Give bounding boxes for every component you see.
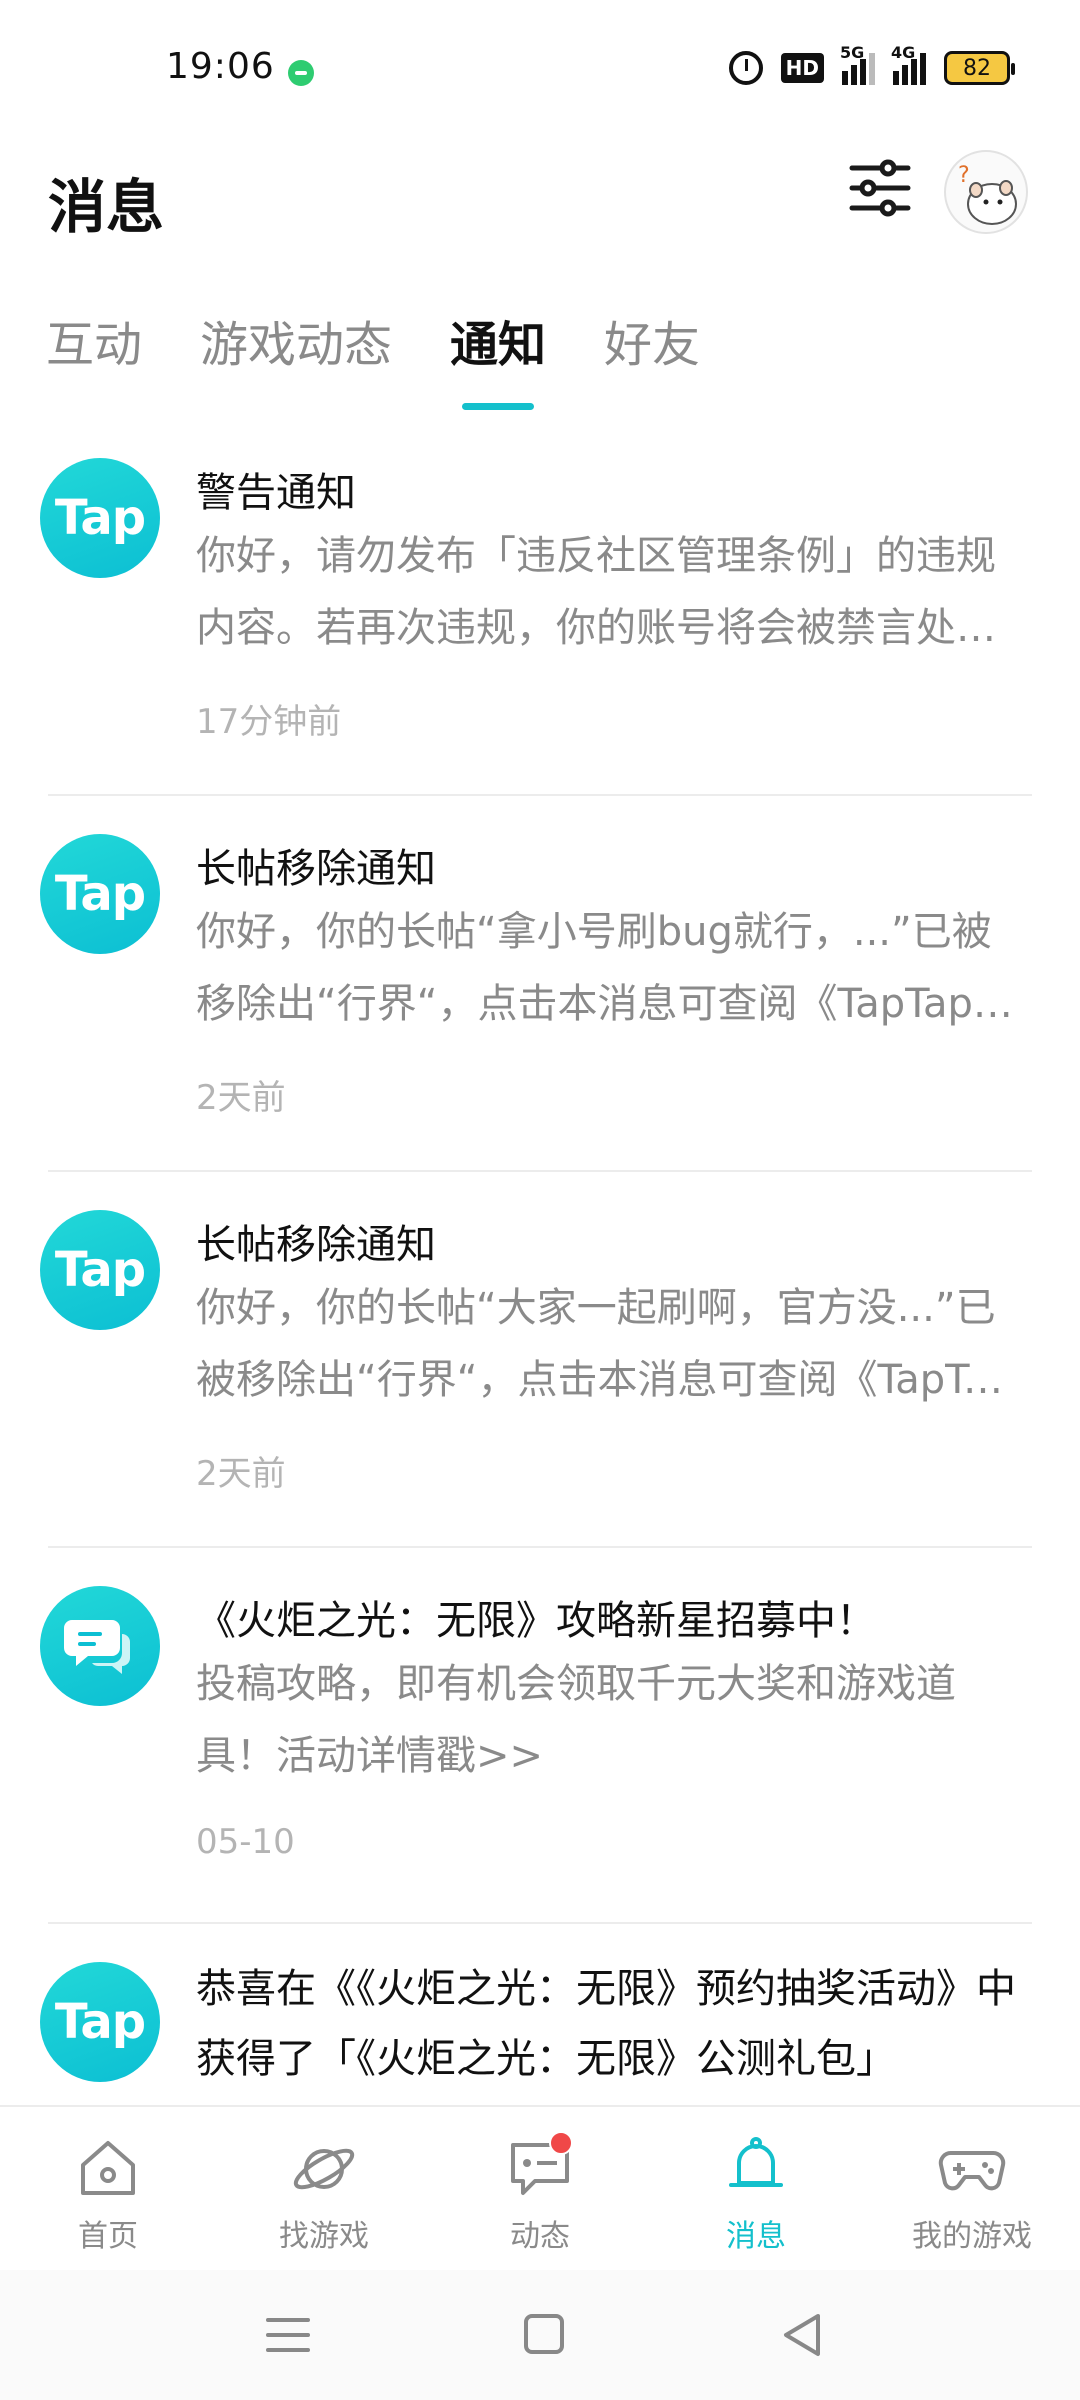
nav-label: 动态: [510, 2219, 570, 2254]
notification-list[interactable]: Tap 警告通知 你好，请勿发布「违反社区管理条例」的违规内容。若再次违规，你的…: [0, 420, 1080, 2105]
network-5g-label: 5G: [840, 43, 865, 62]
status-icons: HD 5G 4G 82: [728, 43, 1015, 90]
notification-title: 恭喜在《《火炬之光：无限》预约抽奖活动》中获得了「《火炬之光：无限》公测礼包」: [196, 1966, 1016, 2082]
nav-label: 我的游戏: [912, 2219, 1032, 2254]
notification-body: 你好，你的长帖“拿小号刷bug就行，...”已被移除出“行界“，点击本消息可查阅…: [196, 909, 1013, 1027]
notification-time: 05-10: [196, 1822, 295, 1862]
signal-4g-icon: 4G: [891, 43, 926, 85]
tab-label: 好友: [604, 317, 701, 373]
nav-label: 消息: [726, 2219, 786, 2254]
network-4g-label: 4G: [891, 43, 916, 62]
taptap-logo-icon: Tap: [40, 1962, 160, 2082]
notification-item[interactable]: Tap 长帖移除通知 你好，你的长帖“大家一起刷啊，官方没...”已被移除出“行…: [0, 1172, 1080, 1548]
notification-body: 你好，你的长帖“大家一起刷啊，官方没...”已被移除出“行界“，点击本消息可查阅…: [196, 1285, 1013, 1403]
menu-icon[interactable]: [258, 2310, 318, 2360]
battery-icon: 82: [944, 51, 1015, 85]
gamepad-icon: [937, 2135, 1007, 2201]
back-icon[interactable]: [772, 2310, 832, 2360]
message-app-icon: [288, 60, 314, 86]
nav-feed[interactable]: 动态: [432, 2107, 648, 2271]
status-bar: 19:06 HD 5G 4G 82: [0, 0, 1080, 140]
page-title: 消息: [48, 173, 165, 241]
planet-icon: [289, 2135, 359, 2201]
sliders-icon[interactable]: [848, 156, 912, 220]
logo-text: Tap: [54, 866, 146, 922]
nav-home[interactable]: 首页: [0, 2107, 216, 2271]
tab-label: 游戏动态: [200, 317, 393, 373]
notification-title: 长帖移除通知: [196, 1222, 436, 1268]
taptap-logo-icon: Tap: [40, 458, 160, 578]
unread-badge: [549, 2131, 573, 2155]
avatar[interactable]: ?: [944, 150, 1028, 234]
notification-title: 长帖移除通知: [196, 846, 436, 892]
tab-friends[interactable]: 好友: [604, 310, 700, 410]
notification-title: 警告通知: [196, 470, 356, 516]
nav-messages[interactable]: 消息: [648, 2107, 864, 2271]
notification-item[interactable]: Tap 警告通知 你好，请勿发布「违反社区管理条例」的违规内容。若再次违规，你的…: [0, 420, 1080, 796]
bell-icon: [721, 2135, 791, 2201]
status-time: 19:06: [166, 46, 275, 87]
tab-notifications[interactable]: 通知: [450, 310, 546, 410]
nav-my-games[interactable]: 我的游戏: [864, 2107, 1080, 2271]
hd-voice-icon: HD: [780, 53, 824, 83]
bottom-nav: 首页 找游戏 动态 消息 我的游戏: [0, 2105, 1080, 2269]
notification-item[interactable]: Tap 恭喜在《《火炬之光：无限》预约抽奖活动》中获得了「《火炬之光：无限》公测…: [0, 1924, 1080, 2105]
home-icon: [73, 2135, 143, 2201]
notification-title: 《火炬之光：无限》攻略新星招募中！: [196, 1598, 876, 1644]
notification-item[interactable]: Tap 长帖移除通知 你好，你的长帖“拿小号刷bug就行，...”已被移除出“行…: [0, 796, 1080, 1172]
tab-game-updates[interactable]: 游戏动态: [200, 310, 392, 410]
nav-label: 找游戏: [279, 2219, 369, 2254]
taptap-logo-icon: Tap: [40, 1210, 160, 1330]
app-screen: 19:06 HD 5G 4G 82 消息 ? 互动 游戏动态 通知 好友 Tap…: [0, 0, 1080, 2400]
notification-time: 2天前: [196, 1078, 286, 1118]
signal-5g-icon: 5G: [840, 43, 875, 85]
svg-text:?: ?: [958, 163, 970, 188]
tab-interaction[interactable]: 互动: [46, 310, 142, 410]
notification-time: 2天前: [196, 1454, 286, 1494]
hamster-avatar-icon: ?: [958, 163, 1017, 225]
home-square-icon[interactable]: [514, 2310, 574, 2360]
chat-icon: [505, 2131, 575, 2201]
chat-bubble-icon: [40, 1586, 160, 1706]
taptap-logo-icon: Tap: [40, 834, 160, 954]
active-tab-indicator: [462, 403, 535, 410]
tab-label: 互动: [46, 317, 143, 373]
nav-find-games[interactable]: 找游戏: [216, 2107, 432, 2271]
system-nav-bar: [0, 2270, 1080, 2400]
notification-time: 17分钟前: [196, 702, 342, 742]
tab-label: 通知: [450, 317, 547, 373]
message-tabs: 互动 游戏动态 通知 好友: [46, 310, 758, 410]
logo-text: Tap: [54, 490, 146, 546]
notification-item[interactable]: 《火炬之光：无限》攻略新星招募中！ 投稿攻略，即有机会领取千元大奖和游戏道具！活…: [0, 1548, 1080, 1924]
alarm-icon: [728, 51, 763, 85]
notification-body: 投稿攻略，即有机会领取千元大奖和游戏道具！活动详情戳>>: [196, 1661, 956, 1779]
nav-label: 首页: [78, 2219, 138, 2254]
logo-text: Tap: [54, 1242, 146, 1298]
logo-text: Tap: [54, 1994, 146, 2050]
notification-body: 你好，请勿发布「违反社区管理条例」的违规内容。若再次违规，你的账号将会被禁言处理…: [196, 533, 996, 651]
